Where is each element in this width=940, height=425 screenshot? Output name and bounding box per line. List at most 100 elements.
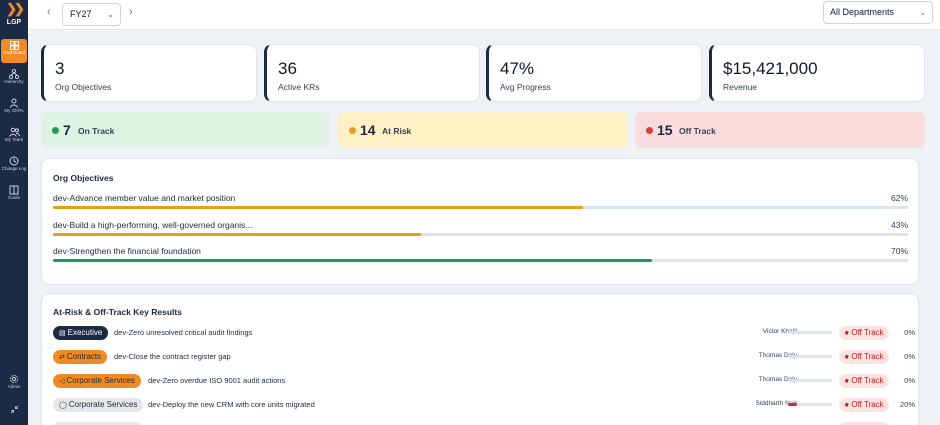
objective-name[interactable]: dev-Strengthen the financial foundation bbox=[53, 246, 201, 256]
stat-card-revenue: $15,421,000 Revenue bbox=[709, 44, 925, 102]
panel-title: Org Objectives bbox=[53, 173, 114, 183]
sidebar-item-label: Guide bbox=[7, 195, 20, 200]
sidebar-item-dashboard[interactable]: Dashboard bbox=[1, 39, 27, 63]
status-label: At Risk bbox=[382, 126, 412, 136]
key-result-name: dev-Zero overdue ISO 9001 audit actions bbox=[148, 376, 286, 385]
key-result-row[interactable]: ◯ Corporate Services dev-Deploy the new C… bbox=[53, 398, 915, 416]
status-label: Off Track bbox=[851, 376, 884, 385]
status-card-off-track[interactable]: 15 Off Track bbox=[635, 112, 925, 148]
status-dot bbox=[52, 127, 59, 134]
stat-label: Revenue bbox=[723, 82, 758, 92]
document-icon: ▤ bbox=[59, 330, 66, 337]
department-badge: ⇄ Contracts bbox=[53, 350, 108, 364]
objective-name[interactable]: dev-Build a high-performing, well-govern… bbox=[53, 220, 252, 230]
sidebar-item-label: My OKRs bbox=[4, 108, 24, 113]
department-badge: ▤ Executive bbox=[53, 326, 109, 340]
sidebar-item-label: Admin bbox=[7, 384, 21, 389]
at-risk-key-results-panel: At-Risk & Off-Track Key Results ▤ Executi… bbox=[41, 293, 919, 425]
department-label: Corporate Services bbox=[68, 400, 138, 409]
objective-progress-fill bbox=[53, 233, 421, 236]
user-icon bbox=[9, 98, 19, 108]
team-icon bbox=[8, 127, 20, 137]
department-badge: ◁ Corporate Services bbox=[53, 374, 141, 388]
status-label: Off Track bbox=[851, 328, 884, 337]
objective-name[interactable]: dev-Advance member value and market posi… bbox=[53, 193, 235, 203]
objective-percent: 70% bbox=[890, 246, 908, 256]
objective-progress-track bbox=[53, 259, 908, 262]
stat-label: Active KRs bbox=[278, 82, 320, 92]
panel-title: At-Risk & Off-Track Key Results bbox=[53, 307, 182, 317]
history-icon bbox=[9, 156, 19, 166]
stat-value: $15,421,000 bbox=[723, 59, 818, 78]
stat-label: Org Objectives bbox=[55, 82, 112, 92]
key-result-name: dev-Close the contract register gap bbox=[114, 352, 231, 361]
sidebar-item-my-okrs[interactable]: My OKRs bbox=[1, 96, 27, 120]
key-result-progress-track bbox=[788, 331, 832, 334]
stat-card-avg-progress: 47% Avg Progress bbox=[486, 44, 702, 102]
key-result-row[interactable]: ◁ Corporate Services dev-Zero overdue ISO… bbox=[53, 374, 915, 392]
logo-text: LGP bbox=[6, 19, 22, 26]
collapse-sidebar-button[interactable] bbox=[1, 403, 27, 419]
book-icon bbox=[9, 185, 19, 195]
department-select[interactable]: All Departments ⌄ bbox=[823, 1, 933, 24]
key-result-progress-track bbox=[788, 355, 832, 358]
org-objectives-panel: Org Objectives dev-Advance member value … bbox=[41, 158, 919, 285]
objective-progress-fill bbox=[53, 259, 652, 262]
status-badge: ● Off Track bbox=[839, 326, 889, 340]
stat-card-active-krs: 36 Active KRs bbox=[264, 44, 480, 102]
status-card-at-risk[interactable]: 14 At Risk bbox=[338, 112, 628, 148]
user-icon: ◯ bbox=[59, 402, 67, 409]
status-badge: ● Off Track bbox=[839, 398, 889, 412]
status-badge: ● Off Track bbox=[839, 350, 889, 364]
key-result-progress-track bbox=[788, 379, 832, 382]
sidebar-item-label: Dashboard bbox=[2, 50, 25, 55]
sidebar-item-my-team[interactable]: My Team bbox=[1, 125, 27, 149]
contract-icon: ⇄ bbox=[59, 354, 65, 361]
top-bar: ‹ FY27 ⌄ › All Departments ⌄ bbox=[28, 0, 940, 30]
department-label: Contracts bbox=[66, 352, 102, 361]
sidebar-item-label: Hierarchy bbox=[4, 79, 24, 84]
objective-progress-track bbox=[53, 206, 908, 209]
status-card-on-track[interactable]: 7 On Track bbox=[41, 112, 330, 148]
status-label: Off Track bbox=[851, 400, 884, 409]
stat-value: 47% bbox=[500, 59, 535, 78]
status-label: On Track bbox=[78, 126, 115, 136]
hierarchy-icon bbox=[9, 69, 19, 79]
chevron-down-icon: ⌄ bbox=[919, 8, 926, 17]
app-logo[interactable]: ❯❯ LGP bbox=[0, 2, 28, 27]
department-label: Executive bbox=[67, 328, 103, 337]
key-result-percent: 0% bbox=[904, 328, 915, 337]
sidebar-item-guide[interactable]: Guide bbox=[1, 183, 27, 207]
objective-progress-track bbox=[53, 233, 908, 236]
status-label: Off Track bbox=[851, 352, 884, 361]
key-result-name: dev-Zero unresolved critical audit findi… bbox=[114, 328, 253, 337]
dashboard-main: 3 Org Objectives 36 Active KRs 47% Avg P… bbox=[28, 31, 940, 425]
megaphone-icon: ◁ bbox=[59, 378, 65, 385]
previous-year-button[interactable]: ‹ bbox=[47, 6, 51, 18]
sidebar-item-hierarchy[interactable]: Hierarchy bbox=[1, 67, 27, 91]
sidebar-item-admin[interactable]: Admin bbox=[1, 372, 27, 396]
chevrons-logo-icon: ❯❯ bbox=[6, 1, 25, 16]
status-count: 14 bbox=[360, 122, 376, 138]
sidebar: ❯❯ LGP Dashboard Hierarchy My OKRs My Te… bbox=[0, 0, 28, 425]
gear-icon bbox=[9, 374, 19, 384]
department-label: Corporate Services bbox=[66, 376, 135, 385]
chevron-down-icon: ⌄ bbox=[107, 10, 114, 19]
stat-card-org-objectives: 3 Org Objectives bbox=[41, 44, 257, 102]
fiscal-year-value: FY27 bbox=[70, 9, 92, 19]
sidebar-item-change-log[interactable]: Change Log bbox=[1, 154, 27, 178]
grid-icon bbox=[9, 41, 19, 50]
key-result-row[interactable]: ▤ Executive dev-Zero unresolved critical … bbox=[53, 326, 915, 344]
status-label: Off Track bbox=[679, 126, 716, 136]
fiscal-year-select[interactable]: FY27 ⌄ bbox=[62, 3, 121, 26]
key-result-row[interactable]: ⇄ Contracts dev-Close the contract regist… bbox=[53, 350, 915, 368]
key-result-progress-track bbox=[788, 403, 832, 406]
objective-percent: 43% bbox=[890, 220, 908, 230]
department-value: All Departments bbox=[830, 7, 895, 17]
next-year-button[interactable]: › bbox=[129, 6, 133, 18]
status-count: 15 bbox=[657, 122, 673, 138]
key-result-percent: 20% bbox=[899, 400, 915, 409]
sidebar-item-label: Change Log bbox=[1, 166, 27, 171]
key-result-percent: 0% bbox=[904, 376, 915, 385]
department-badge: ◯ Corporate Services bbox=[53, 398, 144, 412]
